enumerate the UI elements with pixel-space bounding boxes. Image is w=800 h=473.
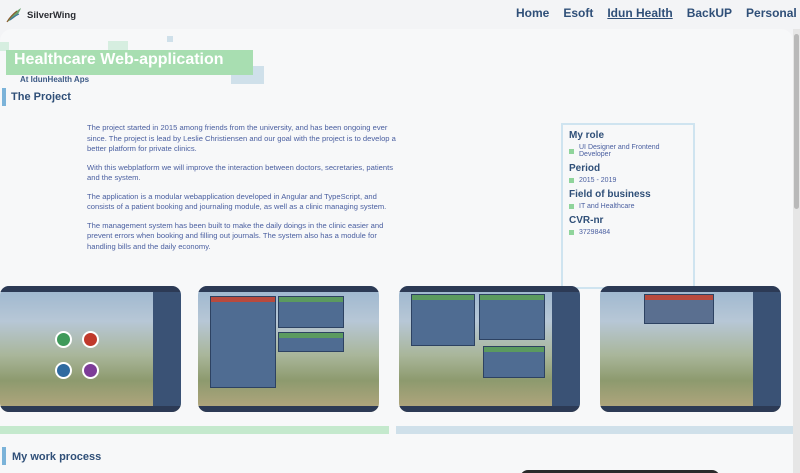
panel-header <box>484 347 544 352</box>
journal-screenshot[interactable] <box>399 286 580 412</box>
role-text: UI Designer and Frontend Developer <box>579 144 660 158</box>
nav-link-esoft[interactable]: Esoft <box>563 6 593 20</box>
decor-square <box>108 41 128 50</box>
calendar-screenshot[interactable] <box>600 286 781 412</box>
patients-icon <box>55 331 72 348</box>
period-text: 2015 - 2019 <box>579 177 617 184</box>
top-navigation-bar: SilverWing Home Esoft Idun Health BackUP… <box>0 0 800 28</box>
field-text: IT and Healthcare <box>579 203 635 210</box>
panel-header <box>211 297 275 302</box>
nav-link-personal-page[interactable]: Personal page <box>746 6 800 20</box>
page-subtitle: At IdunHealth Aps <box>20 75 90 84</box>
journal-entry-panel <box>483 346 545 378</box>
cvr-value: 37298484 <box>569 229 687 236</box>
app-footer <box>399 406 580 412</box>
cvr-label: CVR-nr <box>569 215 604 226</box>
section-divider <box>0 426 389 434</box>
project-description: The project started in 2015 among friend… <box>87 123 399 260</box>
app-sidebar <box>552 292 580 406</box>
app-footer <box>198 406 379 412</box>
brand-name: SilverWing <box>27 9 77 21</box>
period-value: 2015 - 2019 <box>569 177 687 184</box>
section-title-work-process: My work process <box>12 451 102 463</box>
field-value: IT and Healthcare <box>569 203 687 210</box>
description-paragraph: The management system has been built to … <box>87 220 384 251</box>
calendar-icon <box>82 331 99 348</box>
section-accent-bar <box>2 447 6 465</box>
panel-header <box>279 333 343 338</box>
journal-list-panel <box>411 294 475 346</box>
page-title: Healthcare Web-application <box>14 51 224 68</box>
scrollbar-thumb[interactable] <box>794 34 799 209</box>
bullet-icon <box>569 230 574 235</box>
panel-header <box>645 295 713 300</box>
app-titlebar <box>198 286 379 292</box>
doctor-icon <box>55 362 72 379</box>
project-card: Healthcare Web-application At IdunHealth… <box>0 29 793 473</box>
cvr-text: 37298484 <box>579 229 611 236</box>
field-label: Field of business <box>569 189 651 200</box>
main-nav: Home Esoft Idun Health BackUP Personal p… <box>516 6 800 20</box>
period-label: Period <box>569 163 601 174</box>
screenshot-gallery <box>0 286 793 412</box>
calendar-panel <box>644 294 714 324</box>
decor-square <box>167 36 173 42</box>
patient-panel <box>278 296 344 328</box>
role-label: My role <box>569 130 605 141</box>
booking-panel <box>210 296 276 388</box>
section-divider <box>396 426 793 434</box>
panel-header <box>279 297 343 302</box>
bullet-icon <box>569 148 574 154</box>
dashboard-screenshot[interactable] <box>0 286 181 412</box>
nav-link-home[interactable]: Home <box>516 6 549 20</box>
section-accent-bar <box>2 88 6 106</box>
project-info-box: My role UI Designer and Frontend Develop… <box>561 123 695 289</box>
app-sidebar <box>153 292 181 406</box>
description-paragraph: The project started in 2015 among friend… <box>87 123 396 153</box>
section-title-project: The Project <box>11 91 71 103</box>
bullet-icon <box>569 204 574 209</box>
panel-header <box>412 295 474 300</box>
brand-logo[interactable]: SilverWing <box>5 6 76 24</box>
role-value: UI Designer and Frontend Developer <box>569 144 687 158</box>
panel-header <box>480 295 544 300</box>
app-footer <box>600 406 781 412</box>
app-footer <box>0 406 181 412</box>
notes-panel <box>278 332 344 352</box>
nav-link-backup[interactable]: BackUP <box>687 6 732 20</box>
booking-screenshot[interactable] <box>198 286 379 412</box>
app-sidebar <box>753 292 781 406</box>
description-paragraph: The application is a modular webapplicat… <box>87 191 387 212</box>
stats-icon <box>82 362 99 379</box>
description-paragraph: With this webplatform we will improve th… <box>87 162 393 183</box>
journal-detail-panel <box>479 294 545 340</box>
feather-logo-icon <box>6 8 21 23</box>
bullet-icon <box>569 178 574 183</box>
nav-link-idun-health[interactable]: Idun Health <box>607 6 672 20</box>
